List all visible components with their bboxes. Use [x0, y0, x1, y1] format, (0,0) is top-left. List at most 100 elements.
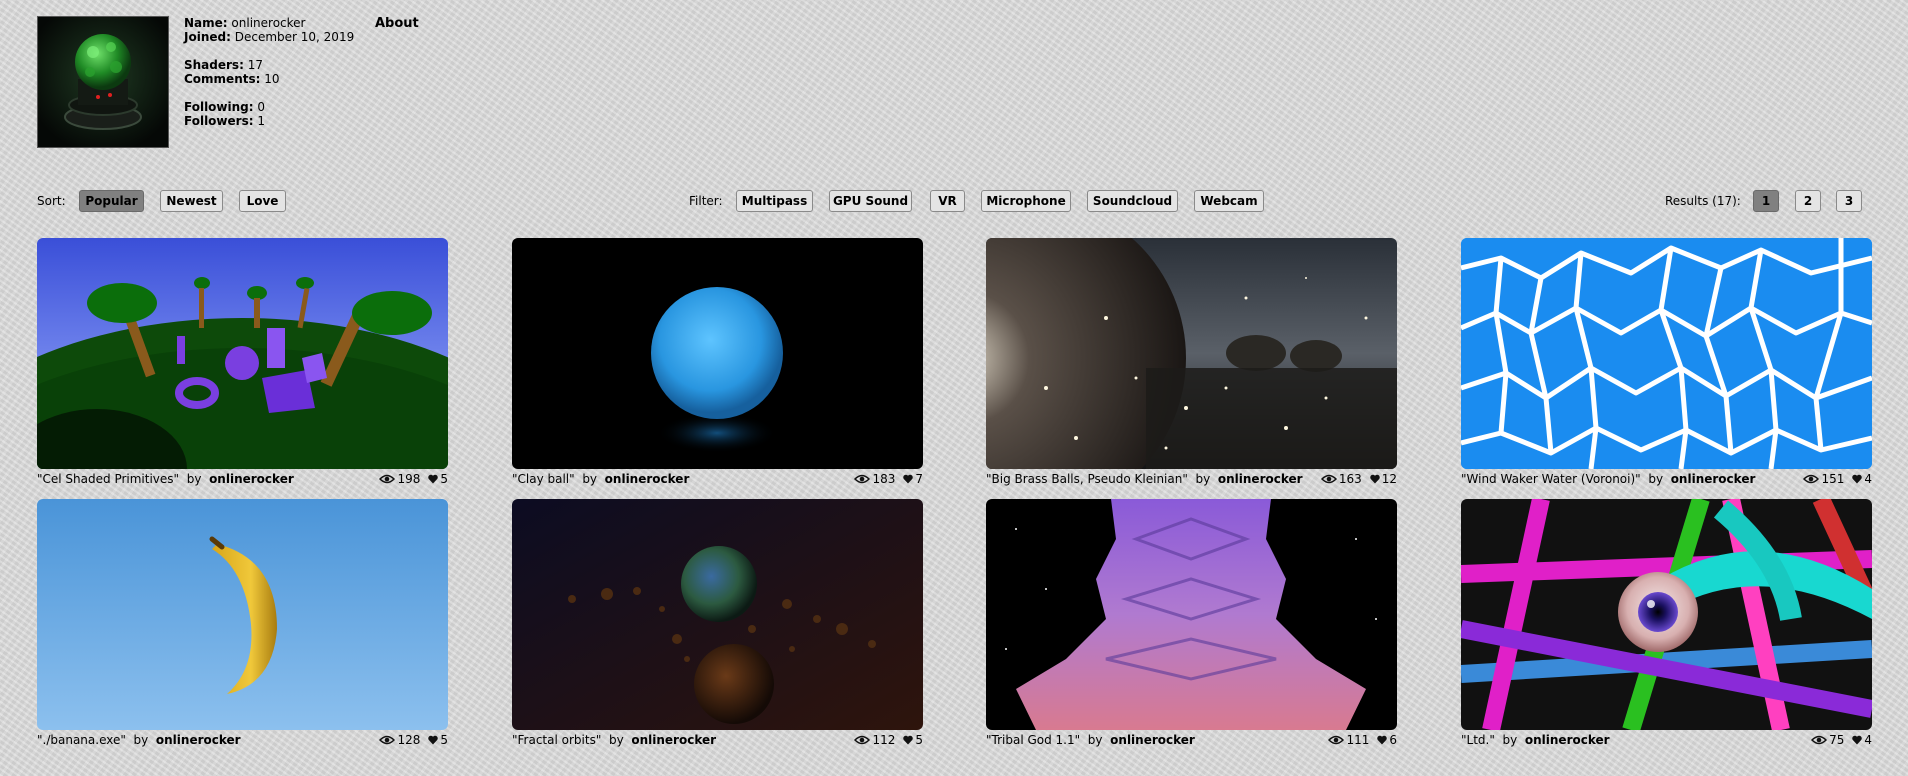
- sort-love-button[interactable]: Love: [239, 190, 286, 212]
- views-stat: 183: [854, 472, 895, 486]
- shader-author[interactable]: onlinerocker: [209, 472, 294, 486]
- shader-title-line: "Big Brass Balls, Pseudo Kleinian" by on…: [986, 472, 1303, 486]
- filter-vr-button[interactable]: VR: [930, 190, 965, 212]
- shader-thumbnail[interactable]: [37, 238, 448, 469]
- shader-title[interactable]: "Fractal orbits": [512, 733, 601, 747]
- page-1-button[interactable]: 1: [1753, 190, 1779, 212]
- by-label: by: [133, 733, 149, 747]
- shader-thumbnail[interactable]: [986, 499, 1397, 730]
- profile-joined: December 10, 2019: [234, 30, 355, 44]
- shader-title[interactable]: "./banana.exe": [37, 733, 126, 747]
- eye-icon: [1811, 735, 1828, 745]
- shaders-label: Shaders:: [184, 58, 244, 72]
- shader-title[interactable]: "Wind Waker Water (Voronoi)": [1461, 472, 1641, 486]
- heart-icon: [1852, 474, 1863, 484]
- filter-gpu-sound-button[interactable]: GPU Sound: [829, 190, 912, 212]
- shader-title[interactable]: "Clay ball": [512, 472, 575, 486]
- page-3-button[interactable]: 3: [1836, 190, 1862, 212]
- heart-icon: [1377, 735, 1388, 745]
- likes-stat: 5: [428, 472, 448, 486]
- views-count: 163: [1338, 472, 1362, 486]
- heart-icon: [428, 735, 439, 745]
- shader-author[interactable]: onlinerocker: [605, 472, 690, 486]
- name-label: Name:: [184, 16, 228, 30]
- shader-title[interactable]: "Big Brass Balls, Pseudo Kleinian": [986, 472, 1188, 486]
- shader-author[interactable]: onlinerocker: [1218, 472, 1303, 486]
- shader-stats: 111 6: [1328, 733, 1397, 747]
- shader-thumbnail[interactable]: [512, 499, 923, 730]
- profile-name: onlinerocker: [231, 16, 306, 30]
- shader-meta: "Clay ball" by onlinerocker 183 7: [512, 470, 923, 488]
- sort-popular-button[interactable]: Popular: [79, 190, 144, 212]
- shader-card: "Ltd." by onlinerocker 75 4: [1461, 499, 1872, 749]
- shader-stats: 75 4: [1811, 733, 1872, 747]
- sort-newest-button[interactable]: Newest: [160, 190, 223, 212]
- profile-joined-row: Joined: December 10, 2019: [184, 30, 354, 44]
- filter-multipass-button[interactable]: Multipass: [736, 190, 813, 212]
- shader-title[interactable]: "Cel Shaded Primitives": [37, 472, 179, 486]
- shader-title[interactable]: "Ltd.": [1461, 733, 1495, 747]
- likes-count: 5: [440, 472, 448, 486]
- profile-comments-count: 10: [264, 72, 280, 86]
- page-2-button[interactable]: 2: [1795, 190, 1821, 212]
- likes-stat: 6: [1377, 733, 1397, 747]
- views-stat: 128: [379, 733, 420, 747]
- filter-webcam-button[interactable]: Webcam: [1194, 190, 1264, 212]
- likes-count: 7: [915, 472, 923, 486]
- profile-comments-row: Comments: 10: [184, 72, 354, 86]
- shader-title-line: "Cel Shaded Primitives" by onlinerocker: [37, 472, 294, 486]
- likes-stat: 4: [1852, 472, 1872, 486]
- shader-thumbnail[interactable]: [986, 238, 1397, 469]
- views-count: 128: [397, 733, 421, 747]
- profile-name-row: Name: onlinerocker: [184, 16, 354, 30]
- shader-title-line: "./banana.exe" by onlinerocker: [37, 733, 241, 747]
- profile-following-row: Following: 0: [184, 100, 354, 114]
- profile-shaders-row: Shaders: 17: [184, 58, 354, 72]
- shader-author[interactable]: onlinerocker: [1525, 733, 1610, 747]
- shader-title-line: "Fractal orbits" by onlinerocker: [512, 733, 716, 747]
- shader-meta: "Big Brass Balls, Pseudo Kleinian" by on…: [986, 470, 1397, 488]
- shader-thumbnail[interactable]: [1461, 499, 1872, 730]
- filter-microphone-button[interactable]: Microphone: [981, 190, 1071, 212]
- shader-meta: "./banana.exe" by onlinerocker 128 5: [37, 731, 448, 749]
- shader-card: "Clay ball" by onlinerocker 183 7: [512, 238, 923, 488]
- eye-icon: [854, 735, 871, 745]
- joined-label: Joined:: [184, 30, 231, 44]
- views-stat: 151: [1803, 472, 1844, 486]
- views-count: 75: [1829, 733, 1845, 747]
- views-stat: 112: [854, 733, 895, 747]
- profile-following-count: 0: [257, 100, 266, 114]
- about-link[interactable]: About: [375, 16, 419, 31]
- heart-icon: [428, 474, 439, 484]
- by-label: by: [582, 472, 598, 486]
- likes-count: 12: [1381, 472, 1397, 486]
- views-count: 198: [397, 472, 421, 486]
- shader-thumbnail[interactable]: [37, 499, 448, 730]
- filter-label: Filter:: [689, 194, 723, 208]
- shader-stats: 128 5: [379, 733, 448, 747]
- views-count: 111: [1346, 733, 1370, 747]
- shader-thumbnail[interactable]: [512, 238, 923, 469]
- likes-stat: 7: [903, 472, 923, 486]
- followers-label: Followers:: [184, 114, 254, 128]
- shader-title[interactable]: "Tribal God 1.1": [986, 733, 1080, 747]
- shader-author[interactable]: onlinerocker: [156, 733, 241, 747]
- eye-icon: [1803, 474, 1820, 484]
- likes-stat: 12: [1369, 472, 1397, 486]
- views-count: 151: [1821, 472, 1845, 486]
- shader-card: "Tribal God 1.1" by onlinerocker 111 6: [986, 499, 1397, 749]
- by-label: by: [1648, 472, 1664, 486]
- shader-thumbnail[interactable]: [1461, 238, 1872, 469]
- shader-author[interactable]: onlinerocker: [631, 733, 716, 747]
- profile-followers-row: Followers: 1: [184, 114, 354, 128]
- shader-meta: "Tribal God 1.1" by onlinerocker 111 6: [986, 731, 1397, 749]
- shader-author[interactable]: onlinerocker: [1671, 472, 1756, 486]
- shader-meta: "Wind Waker Water (Voronoi)" by onlinero…: [1461, 470, 1872, 488]
- shader-card: "Cel Shaded Primitives" by onlinerocker …: [37, 238, 448, 488]
- likes-stat: 4: [1852, 733, 1872, 747]
- likes-count: 5: [915, 733, 923, 747]
- shader-author[interactable]: onlinerocker: [1110, 733, 1195, 747]
- filter-soundcloud-button[interactable]: Soundcloud: [1087, 190, 1178, 212]
- likes-count: 4: [1864, 472, 1872, 486]
- shader-card: "Fractal orbits" by onlinerocker 112 5: [512, 499, 923, 749]
